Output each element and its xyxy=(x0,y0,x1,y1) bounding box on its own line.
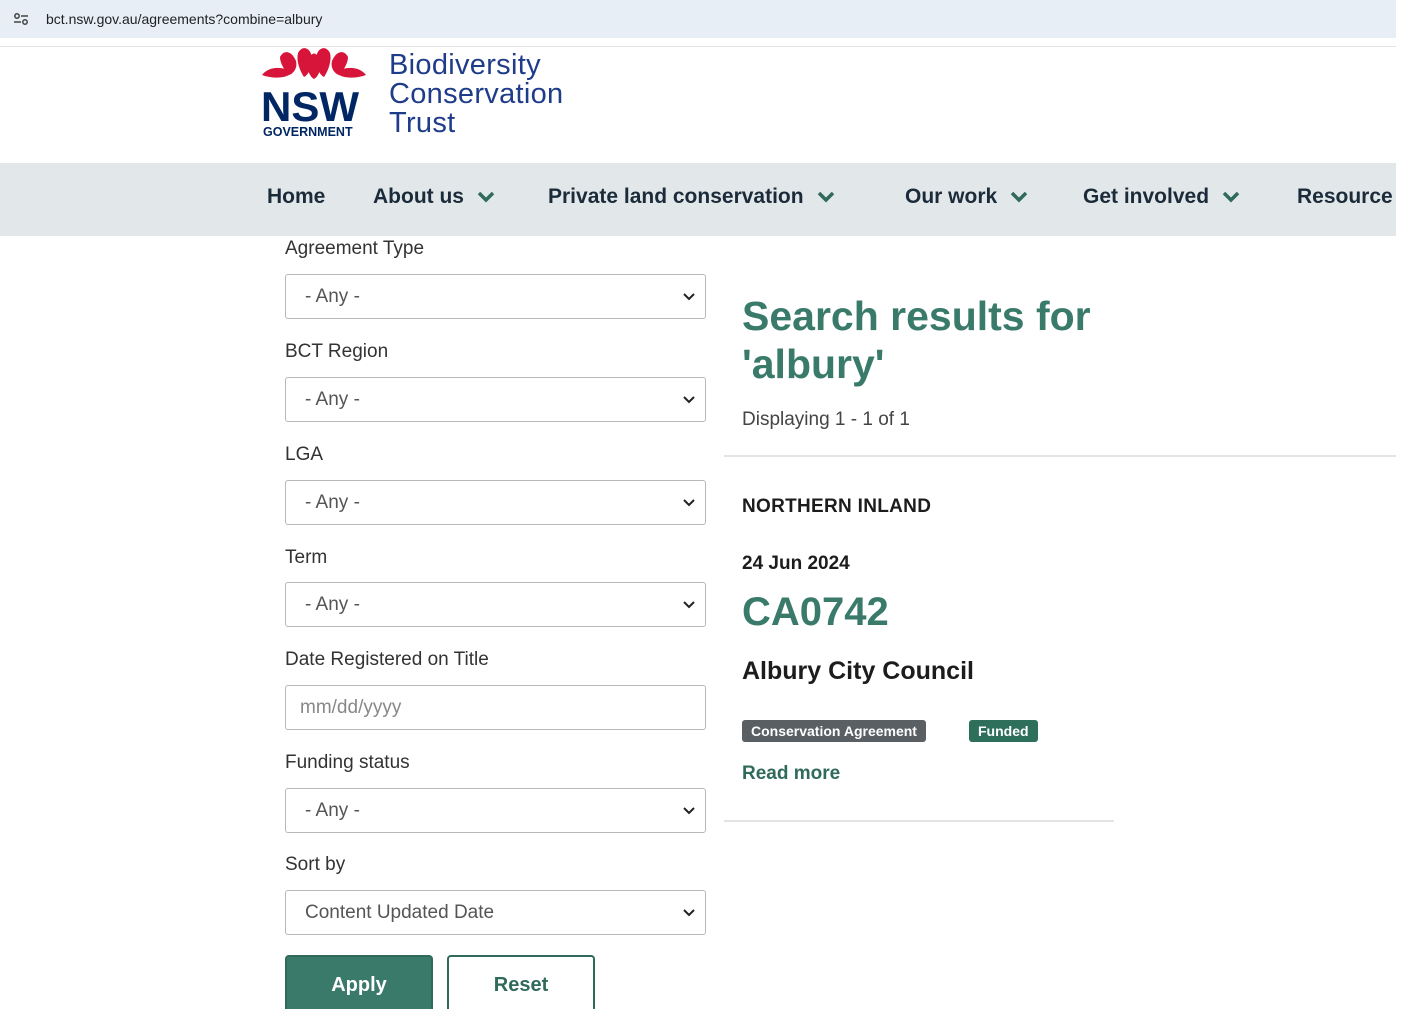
agreement-type-select[interactable]: - Any - xyxy=(285,274,706,319)
chevron-down-icon xyxy=(683,806,695,814)
nav-item-about-us[interactable]: About us xyxy=(373,185,496,209)
result-council: Albury City Council xyxy=(742,657,974,685)
site-name[interactable]: Biodiversity Conservation Trust xyxy=(389,51,563,138)
nsw-government-logo[interactable]: NSW GOVERNMENT xyxy=(258,47,378,142)
bct-region-select[interactable]: - Any - xyxy=(285,377,706,422)
nav-item-get-involved[interactable]: Get involved xyxy=(1083,185,1241,209)
date-registered-input[interactable]: mm/dd/yyyy xyxy=(285,685,706,730)
select-value: - Any - xyxy=(305,491,360,513)
site-name-line3: Trust xyxy=(389,107,456,139)
select-value: - Any - xyxy=(305,285,360,307)
tune-icon[interactable] xyxy=(4,2,38,36)
agreement-type-label: Agreement Type xyxy=(285,238,425,259)
url-field[interactable]: bct.nsw.gov.au/agreements?combine=albury xyxy=(4,2,1396,36)
results-title: Search results for 'albury' xyxy=(742,293,1091,387)
select-value: - Any - xyxy=(305,388,360,410)
main-nav: Home About us Private land conservation … xyxy=(0,163,1396,236)
chevron-down-icon xyxy=(683,600,695,608)
nav-item-resources[interactable]: Resource xyxy=(1297,185,1393,209)
sort-by-label: Sort by xyxy=(285,854,346,875)
nav-item-label: Get involved xyxy=(1083,185,1210,208)
apply-button[interactable]: Apply xyxy=(285,955,433,1009)
chevron-down-icon xyxy=(1010,191,1028,203)
funding-status-badge: Funded xyxy=(969,720,1038,742)
result-date: 24 Jun 2024 xyxy=(742,553,850,574)
select-value: - Any - xyxy=(305,799,360,821)
funding-status-label: Funding status xyxy=(285,752,410,773)
result-code-link[interactable]: CA0742 xyxy=(742,590,889,635)
nav-item-label: About us xyxy=(373,185,464,208)
chevron-down-icon xyxy=(683,908,695,916)
logo-government-text: GOVERNMENT xyxy=(263,125,353,139)
reset-button[interactable]: Reset xyxy=(447,955,595,1009)
nav-item-our-work[interactable]: Our work xyxy=(905,185,1029,209)
nav-item-label: Resource xyxy=(1297,185,1393,208)
chevron-down-icon xyxy=(477,191,495,203)
chevron-down-icon xyxy=(683,498,695,506)
result-region: NORTHERN INLAND xyxy=(742,496,932,517)
nav-item-label: Home xyxy=(267,185,326,208)
chevron-down-icon xyxy=(817,191,834,203)
divider xyxy=(724,820,1114,822)
chevron-down-icon xyxy=(1222,191,1240,203)
bct-region-label: BCT Region xyxy=(285,341,389,362)
chevron-down-icon xyxy=(683,395,695,403)
site-header: NSW GOVERNMENT Biodiversity Conservation… xyxy=(0,46,1396,163)
sort-by-select[interactable]: Content Updated Date xyxy=(285,890,706,935)
logo-nsw-text: NSW xyxy=(261,83,359,130)
site-name-line2: Conservation xyxy=(389,78,564,110)
divider xyxy=(724,455,1396,457)
url-text[interactable]: bct.nsw.gov.au/agreements?combine=albury xyxy=(46,11,322,27)
browser-address-bar: bct.nsw.gov.au/agreements?combine=albury xyxy=(0,0,1396,38)
agreement-type-badge: Conservation Agreement xyxy=(742,720,926,742)
nav-item-home[interactable]: Home xyxy=(267,185,325,209)
select-value: Content Updated Date xyxy=(305,901,495,923)
lga-label: LGA xyxy=(285,444,324,465)
lga-select[interactable]: - Any - xyxy=(285,480,706,525)
read-more-link[interactable]: Read more xyxy=(742,763,840,785)
nav-item-label: Our work xyxy=(905,185,998,208)
term-label: Term xyxy=(285,547,328,568)
chevron-down-icon xyxy=(683,292,695,300)
select-value: - Any - xyxy=(305,593,360,615)
term-select[interactable]: - Any - xyxy=(285,582,706,627)
nav-item-private-land-conservation[interactable]: Private land conservation xyxy=(548,185,836,209)
site-name-line1: Biodiversity xyxy=(389,49,541,81)
funding-status-select[interactable]: - Any - xyxy=(285,788,706,833)
date-registered-label: Date Registered on Title xyxy=(285,649,489,670)
nav-item-label: Private land conservation xyxy=(548,185,804,208)
date-placeholder: mm/dd/yyyy xyxy=(300,696,402,718)
results-count: Displaying 1 - 1 of 1 xyxy=(742,409,910,430)
